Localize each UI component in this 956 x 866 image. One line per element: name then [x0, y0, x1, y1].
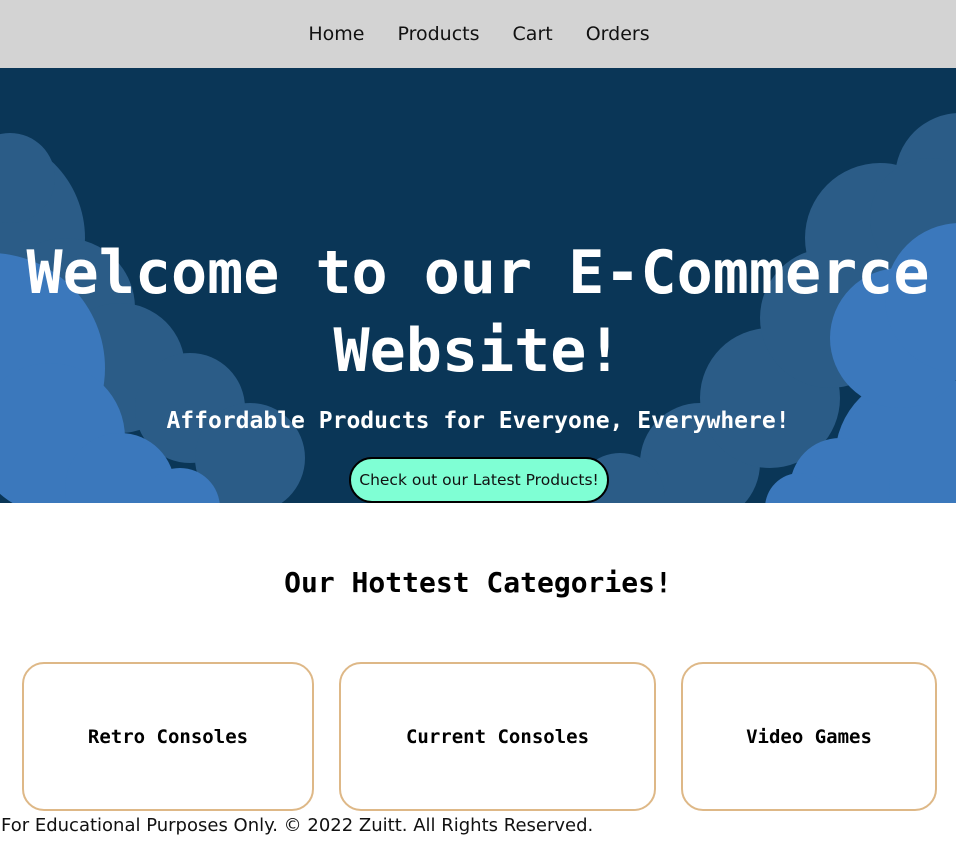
hero-title: Welcome to our E-Commerce Website!	[0, 234, 956, 390]
category-card-video-games[interactable]: Video Games	[681, 662, 937, 811]
latest-products-button[interactable]: Check out our Latest Products!	[349, 457, 609, 503]
category-label: Retro Consoles	[87, 725, 249, 748]
nav-links: Home Products Cart Orders	[308, 24, 650, 44]
categories-heading: Our Hottest Categories!	[284, 566, 672, 599]
nav-products-link[interactable]: Products	[397, 24, 479, 44]
footer-text: For Educational Purposes Only. © 2022 Zu…	[1, 815, 594, 836]
nav-home-link[interactable]: Home	[308, 24, 364, 44]
nav-orders-link[interactable]: Orders	[586, 24, 650, 44]
nav-cart-link[interactable]: Cart	[513, 24, 553, 44]
hero-title-line2: Website!	[333, 316, 623, 386]
category-card-current-consoles[interactable]: Current Consoles	[339, 662, 656, 811]
category-label: Video Games	[746, 725, 872, 748]
hero-title-line1: Welcome to our E-Commerce	[26, 238, 930, 308]
hero-banner: Welcome to our E-Commerce Website! Affor…	[0, 68, 956, 503]
category-card-retro-consoles[interactable]: Retro Consoles	[22, 662, 314, 811]
category-label: Current Consoles	[405, 725, 590, 748]
navbar: Home Products Cart Orders	[0, 0, 956, 68]
hero-subtitle: Affordable Products for Everyone, Everyw…	[166, 408, 790, 434]
